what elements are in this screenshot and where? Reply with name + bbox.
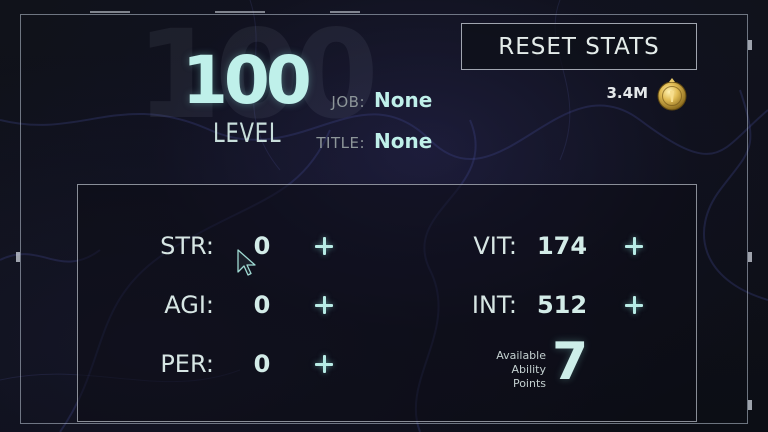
str-increase-button[interactable] <box>308 230 340 262</box>
available-ability-points-value: 7 <box>552 332 589 392</box>
vit-value: 174 <box>536 232 588 260</box>
gold-coin-icon <box>657 78 687 111</box>
reset-stats-label: RESET STATS <box>498 33 660 60</box>
vit-increase-button[interactable] <box>618 230 650 262</box>
agi-value: 0 <box>253 291 271 319</box>
int-label: INT: <box>471 291 517 319</box>
str-label: STR: <box>160 232 214 260</box>
int-value: 512 <box>536 291 588 319</box>
level-number: 100 <box>182 42 312 119</box>
mouse-pointer-icon <box>237 249 256 276</box>
available-ability-points-label: Available Ability Points <box>468 349 546 391</box>
ap-label-line3: Points <box>512 377 546 390</box>
status-screen: 100 100 LEVEL JOB: None TITLE: None RESE… <box>0 0 768 432</box>
title-value: None <box>374 129 433 153</box>
frame-top-ornament <box>90 11 130 13</box>
job-value: None <box>374 88 433 112</box>
job-label: JOB: <box>331 93 365 111</box>
frame-tick <box>16 252 20 262</box>
agi-label: AGI: <box>164 291 214 319</box>
frame-tick <box>748 252 752 262</box>
title-label: TITLE: <box>316 134 365 152</box>
agi-increase-button[interactable] <box>308 289 340 321</box>
ap-label-line1: Available <box>496 349 546 362</box>
level-label: LEVEL <box>213 118 282 149</box>
per-label: PER: <box>160 350 214 378</box>
gold-amount: 3.4M <box>606 84 649 102</box>
vit-label: VIT: <box>473 232 517 260</box>
reset-stats-button[interactable]: RESET STATS <box>461 23 697 70</box>
ap-label-line2: Ability <box>511 363 547 376</box>
per-value: 0 <box>253 350 271 378</box>
frame-tick <box>748 40 752 50</box>
frame-tick <box>748 400 752 410</box>
per-increase-button[interactable] <box>308 348 340 380</box>
int-increase-button[interactable] <box>618 289 650 321</box>
